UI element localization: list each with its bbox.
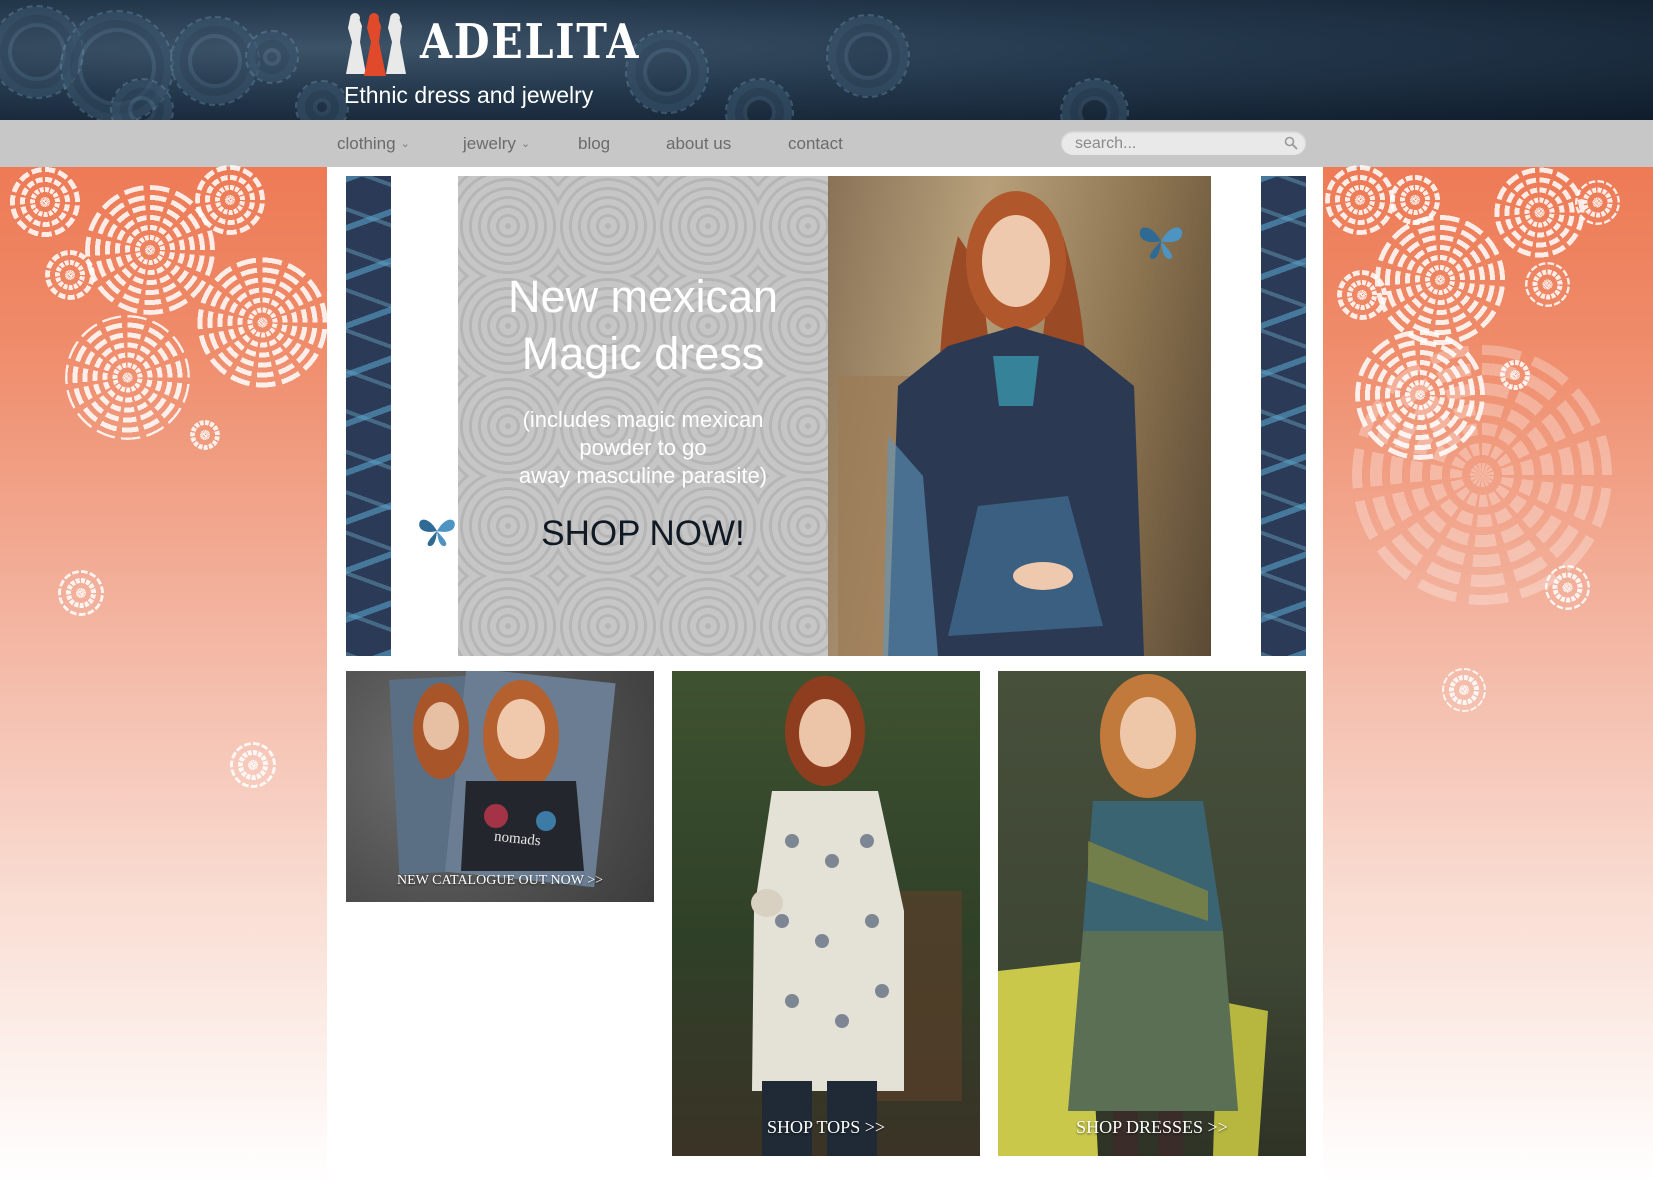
nav-item-label: about us [666,134,732,153]
nav-item-about-us[interactable]: about us [666,133,731,155]
flower-decoration [1442,668,1486,712]
catalogue-tile[interactable]: nomads NEW CATALOGUE OUT NOW >> [346,671,654,902]
flower-decoration [1370,210,1510,350]
nav-item-label: blog [578,134,611,153]
catalogue-covers [389,671,616,888]
nav-item-label: clothing [337,134,396,153]
site-header: ADELITA Ethnic dress and jewelry [0,0,1653,120]
hero-headline-line: Magic dress [521,328,765,379]
hero-subtext-line: (includes magic mexican [522,407,764,432]
butterfly-pattern-strip-right [1261,176,1306,656]
flower-decoration [195,255,330,390]
main-nav: clothing ⌄ jewelry ⌄ blog about us contact [0,120,1653,167]
flower-decoration [195,165,265,235]
shop-tops-tile[interactable]: SHOP TOPS >> [672,671,980,1156]
nav-item-blog[interactable]: blog [578,133,610,155]
flower-decoration [1492,165,1587,260]
hero-headline: New mexican Magic dress [458,268,828,382]
flower-decoration [190,420,220,450]
search-icon[interactable] [1284,136,1298,150]
shop-dresses-tile[interactable]: SHOP DRESSES >> [998,671,1306,1156]
header-medallion-decoration [245,30,299,84]
flower-decoration [1337,270,1387,320]
flower-decoration [5,162,85,242]
header-medallion-decoration [826,14,910,98]
main-content: New mexican Magic dress (includes magic … [327,167,1323,1183]
header-medallion-decoration [295,80,349,120]
flower-decoration [1575,180,1620,225]
flower-decoration [65,315,190,440]
shop-dresses-link-label[interactable]: SHOP DRESSES >> [998,1117,1306,1138]
model-figure [998,674,1268,1156]
hero-headline-line: New mexican [507,271,779,322]
nav-item-label: jewelry [463,134,516,153]
nav-item-jewelry[interactable]: jewelry ⌄ [463,133,530,155]
flower-decoration [58,570,104,616]
logo-tagline: Ethnic dress and jewelry [344,82,594,108]
nav-item-label: contact [788,134,843,153]
logo-figures-icon[interactable] [342,12,412,78]
logo-title[interactable]: ADELITA [420,14,640,70]
butterfly-icon [1139,227,1183,259]
model-figure [751,676,962,1156]
chevron-down-icon: ⌄ [520,138,531,150]
header-medallion-decoration [725,78,794,120]
search-input[interactable] [1073,133,1277,155]
hero-subtext-line: away masculine parasite) [518,463,768,488]
search-box [1061,131,1306,155]
shop-tops-link-label[interactable]: SHOP TOPS >> [672,1117,980,1138]
shop-now-button[interactable]: SHOP NOW! [458,514,828,554]
flower-decoration [1545,565,1590,610]
hero-banner[interactable]: New mexican Magic dress (includes magic … [346,176,1306,656]
header-medallion-decoration [1060,78,1129,120]
hero-subtext-line: powder to go [579,435,707,460]
hero-subtext: (includes magic mexican powder to go awa… [458,406,828,490]
butterfly-pattern-strip-left [346,176,391,656]
flower-decoration [1495,355,1535,395]
butterfly-icon [419,519,455,547]
catalogue-link-label[interactable]: NEW CATALOGUE OUT NOW >> [346,873,654,889]
nav-item-clothing[interactable]: clothing ⌄ [337,133,410,155]
flower-decoration [1525,262,1570,307]
nav-item-contact[interactable]: contact [788,133,843,155]
flower-decoration [45,250,95,300]
chevron-down-icon: ⌄ [400,138,410,150]
flower-decoration [1355,330,1485,460]
flower-decoration [230,742,276,788]
